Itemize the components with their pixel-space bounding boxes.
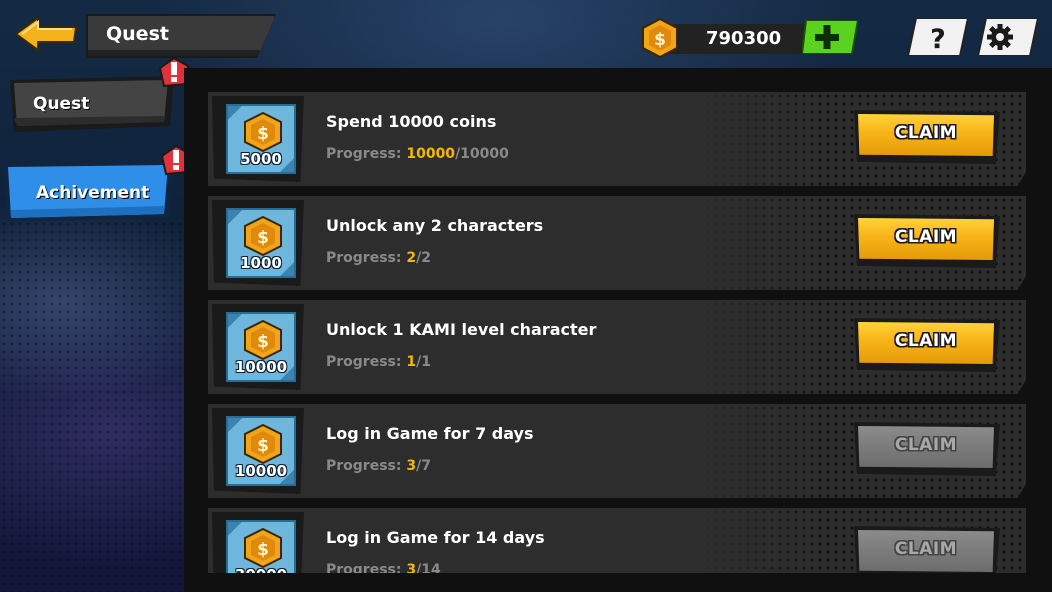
progress-total: /1	[416, 354, 431, 370]
claim-button[interactable]: CLAIM	[854, 110, 1000, 164]
reward-frame: $10000	[212, 408, 304, 494]
claim-button-face: CLAIM	[858, 322, 994, 364]
reward-amount: 1000	[240, 254, 282, 272]
reward-tile: $10000	[226, 416, 296, 486]
quest-progress: Progress: 3/14	[326, 562, 441, 573]
progress-current: 3	[406, 562, 417, 573]
tab-achievement-label: Achivement	[36, 183, 150, 203]
question-icon: ?	[906, 17, 970, 57]
claim-button[interactable]: CLAIM	[854, 214, 1000, 268]
progress-label: Progress:	[326, 458, 407, 474]
reward-frame: $5000	[212, 96, 304, 182]
reward-frame: $1000	[212, 200, 304, 286]
svg-text:$: $	[257, 124, 269, 144]
page-title: Quest	[106, 23, 169, 45]
quest-title: Log in Game for 7 days	[326, 424, 534, 443]
reward-amount: 5000	[240, 150, 282, 168]
claim-label: CLAIM	[894, 331, 958, 351]
progress-total: /14	[416, 562, 441, 573]
progress-current: 10000	[406, 146, 456, 162]
quest-title: Log in Game for 14 days	[326, 528, 545, 547]
progress-total: /2	[416, 250, 431, 266]
back-button[interactable]	[12, 14, 82, 54]
quest-progress: Progress: 10000/10000	[326, 146, 509, 162]
claim-button-face: CLAIM	[858, 530, 994, 572]
svg-text:$: $	[257, 228, 269, 248]
reward-amount: 10000	[234, 358, 288, 376]
claim-label: CLAIM	[894, 123, 958, 143]
claim-label: CLAIM	[894, 227, 958, 247]
reward-tile: $30000	[226, 520, 296, 573]
progress-label: Progress:	[326, 250, 407, 266]
reward-tile: $5000	[226, 104, 296, 174]
reward-tile: $1000	[226, 208, 296, 278]
quest-row: $30000 Log in Game for 14 days Progress: 3…	[208, 508, 1026, 573]
plus-icon	[800, 19, 860, 55]
quest-title: Unlock 1 KAMI level character	[326, 320, 597, 339]
coin-icon: $	[244, 216, 282, 256]
add-coins-button[interactable]	[800, 19, 860, 55]
svg-text:$: $	[654, 30, 666, 50]
claim-button[interactable]: CLAIM	[854, 318, 1000, 372]
quest-row: $10000 Unlock 1 KAMI level character Progr…	[208, 300, 1026, 394]
claim-button[interactable]: CLAIM	[854, 422, 1000, 476]
background-dots	[0, 220, 200, 592]
reward-tile: $10000	[226, 312, 296, 382]
coin-icon: $	[244, 320, 282, 360]
quest-progress: Progress: 3/7	[326, 458, 431, 474]
claim-label: CLAIM	[894, 435, 958, 455]
quest-title: Unlock any 2 characters	[326, 216, 544, 235]
coin-icon: $	[642, 18, 678, 58]
quest-row: $10000 Log in Game for 7 days Progress: 3/…	[208, 404, 1026, 498]
reward-frame: $10000	[212, 304, 304, 390]
svg-text:$: $	[257, 436, 269, 456]
progress-label: Progress:	[326, 562, 407, 573]
coin-icon: $	[244, 112, 282, 152]
tab-quest[interactable]: Quest	[8, 76, 176, 134]
help-button[interactable]: ?	[906, 17, 970, 57]
coin-amount: 790300	[706, 28, 782, 49]
svg-text:?: ?	[930, 24, 946, 55]
coin-icon: $	[244, 424, 282, 464]
quest-title: Spend 10000 coins	[326, 112, 497, 131]
gear-icon	[976, 17, 1040, 57]
progress-label: Progress:	[326, 354, 407, 370]
reward-frame: $30000	[212, 512, 304, 573]
quest-progress: Progress: 1/1	[326, 354, 431, 370]
settings-button[interactable]	[976, 17, 1040, 57]
reward-amount: 10000	[234, 462, 288, 480]
claim-button-face: CLAIM	[858, 114, 994, 156]
svg-text:$: $	[257, 332, 269, 352]
quest-progress: Progress: 2/2	[326, 250, 431, 266]
progress-current: 2	[406, 250, 417, 266]
reward-amount: 30000	[228, 566, 294, 573]
achievement-list-panel[interactable]: $5000 Spend 10000 coins Progress: 10000/10…	[184, 68, 1052, 592]
achievement-list: $5000 Spend 10000 coins Progress: 10000/10…	[184, 68, 1052, 573]
progress-current: 3	[406, 458, 417, 474]
claim-button-face: CLAIM	[858, 426, 994, 468]
tab-achievement[interactable]: Achivement	[4, 162, 176, 224]
progress-label: Progress:	[326, 146, 407, 162]
back-arrow-icon	[15, 17, 77, 51]
tab-quest-label: Quest	[33, 94, 90, 114]
claim-button-face: CLAIM	[858, 218, 994, 260]
coin-icon: $	[244, 528, 282, 568]
progress-total: /10000	[455, 146, 509, 162]
progress-current: 1	[406, 354, 417, 370]
progress-total: /7	[416, 458, 431, 474]
claim-button[interactable]: CLAIM	[854, 526, 1000, 573]
quest-row: $5000 Spend 10000 coins Progress: 10000/10…	[208, 92, 1026, 186]
page-title-plate: Quest	[86, 14, 276, 58]
claim-label: CLAIM	[894, 539, 958, 559]
quest-row: $1000 Unlock any 2 characters Progress: 2/…	[208, 196, 1026, 290]
svg-text:$: $	[257, 540, 269, 560]
